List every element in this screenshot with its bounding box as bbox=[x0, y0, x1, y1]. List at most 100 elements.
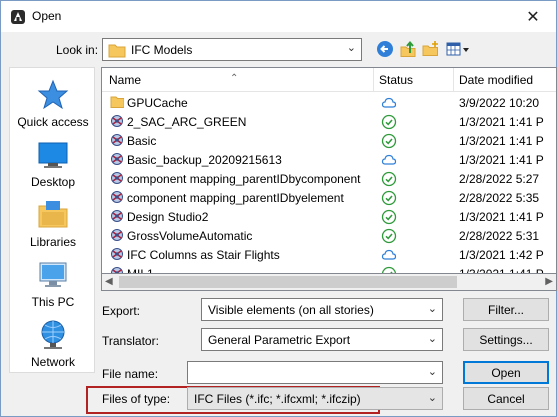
place-label: Desktop bbox=[30, 175, 76, 189]
back-button[interactable] bbox=[375, 39, 395, 59]
column-header-status[interactable]: Status bbox=[379, 73, 413, 87]
file-row[interactable]: MIL1 1/3/2021 1:41 P bbox=[102, 264, 556, 273]
file-date: 3/9/2022 10:20 bbox=[459, 96, 540, 110]
ifc-file-icon bbox=[111, 172, 123, 184]
file-row[interactable]: IFC Columns as Stair Flights 1/3/2021 1:4… bbox=[102, 245, 556, 264]
ifc-file-icon bbox=[111, 134, 123, 146]
settings-button[interactable]: Settings... bbox=[463, 328, 549, 351]
files-of-type-label: Files of type: bbox=[102, 392, 171, 406]
column-header-date[interactable]: Date modified bbox=[459, 73, 533, 87]
view-menu-icon bbox=[446, 42, 469, 56]
desktop-icon bbox=[38, 142, 68, 168]
sort-arrow-icon: ⌃ bbox=[230, 73, 239, 84]
scroll-right-icon[interactable]: ▶ bbox=[545, 276, 553, 287]
file-row[interactable]: Basic 1/3/2021 1:41 P bbox=[102, 131, 556, 150]
file-name: Basic bbox=[127, 134, 157, 148]
scroll-left-icon[interactable]: ◀ bbox=[105, 276, 113, 287]
column-divider[interactable] bbox=[453, 68, 454, 92]
app-icon bbox=[11, 10, 25, 24]
horizontal-scrollbar[interactable]: ◀ ▶ bbox=[101, 274, 557, 291]
new-folder-icon bbox=[422, 41, 438, 56]
file-row[interactable]: component mapping_parentIDbycomponent 2/2… bbox=[102, 169, 556, 188]
file-name: component mapping_parentIDbyelement bbox=[127, 191, 344, 205]
export-dropdown[interactable]: Visible elements (on all stories) ⌄ bbox=[201, 298, 443, 321]
open-button[interactable]: Open bbox=[463, 361, 549, 384]
file-row[interactable]: GrossVolumeAutomatic 2/28/2022 5:31 bbox=[102, 226, 556, 245]
ifc-file-icon bbox=[111, 191, 123, 203]
place-desktop[interactable]: Desktop bbox=[10, 138, 96, 189]
cloud-status-icon bbox=[381, 154, 397, 165]
up-one-level-button[interactable] bbox=[398, 39, 418, 59]
file-list-header: ⌃ Name Status Date modified bbox=[102, 68, 556, 92]
file-row[interactable]: Basic_backup_20209215613 1/3/2021 1:41 P bbox=[102, 150, 556, 169]
quick-access-star-icon bbox=[37, 79, 69, 110]
column-header-name[interactable]: Name bbox=[109, 73, 141, 87]
file-row[interactable]: component mapping_parentIDbyelement 2/28/… bbox=[102, 188, 556, 207]
synced-check-icon bbox=[381, 114, 397, 130]
lookin-value: IFC Models bbox=[131, 43, 193, 57]
place-this-pc[interactable]: This PC bbox=[10, 258, 96, 309]
scrollbar-thumb[interactable] bbox=[119, 276, 457, 288]
filename-label: File name: bbox=[102, 367, 159, 381]
filter-button[interactable]: Filter... bbox=[463, 298, 549, 321]
ifc-file-icon bbox=[111, 153, 123, 165]
cancel-button-label: Cancel bbox=[487, 391, 525, 406]
ifc-file-icon bbox=[111, 229, 123, 241]
file-date: 1/3/2021 1:41 P bbox=[459, 210, 544, 224]
this-pc-icon bbox=[39, 262, 67, 287]
file-name: component mapping_parentIDbycomponent bbox=[127, 172, 361, 186]
translator-dropdown[interactable]: General Parametric Export ⌄ bbox=[201, 328, 443, 351]
folder-icon bbox=[110, 96, 124, 108]
file-row[interactable]: 2_SAC_ARC_GREEN 1/3/2021 1:41 P bbox=[102, 112, 556, 131]
chevron-down-icon: ⌄ bbox=[427, 366, 437, 378]
cancel-button[interactable]: Cancel bbox=[463, 387, 549, 410]
close-button[interactable]: ✕ bbox=[510, 1, 556, 32]
file-row[interactable]: Design Studio2 1/3/2021 1:41 P bbox=[102, 207, 556, 226]
place-network[interactable]: Network bbox=[10, 318, 96, 369]
settings-button-label: Settings... bbox=[479, 332, 533, 347]
up-folder-icon bbox=[400, 40, 416, 57]
file-date: 2/28/2022 5:27 bbox=[459, 172, 540, 186]
ifc-file-icon bbox=[111, 210, 123, 222]
chevron-down-icon: ⌄ bbox=[427, 303, 437, 315]
place-label: Network bbox=[30, 355, 75, 369]
files-of-type-dropdown[interactable]: IFC Files (*.ifc; *.ifcxml; *.ifczip) ⌄ bbox=[187, 387, 443, 410]
file-date: 2/28/2022 5:31 bbox=[459, 229, 540, 243]
place-quick-access[interactable]: Quick access bbox=[10, 78, 96, 129]
file-name: GrossVolumeAutomatic bbox=[127, 229, 253, 243]
synced-check-icon bbox=[381, 228, 397, 244]
back-arrow-icon bbox=[377, 41, 393, 57]
file-name: GPUCache bbox=[127, 96, 188, 110]
open-button-label: Open bbox=[491, 365, 521, 380]
column-divider[interactable] bbox=[373, 68, 374, 92]
cloud-status-icon bbox=[381, 97, 397, 108]
chevron-down-icon: ⌄ bbox=[427, 333, 437, 345]
synced-check-icon bbox=[381, 190, 397, 206]
places-bar: Quick access Desktop Libraries This PC N… bbox=[9, 67, 95, 373]
file-list[interactable]: ⌃ Name Status Date modified GPUCache 3/9/… bbox=[101, 67, 557, 274]
chevron-down-icon: ⌄ bbox=[346, 42, 356, 54]
new-folder-button[interactable] bbox=[421, 39, 441, 59]
file-date: 1/3/2021 1:41 P bbox=[459, 153, 544, 167]
file-date: 1/3/2021 1:41 P bbox=[459, 115, 544, 129]
synced-check-icon bbox=[381, 266, 397, 273]
place-label: Quick access bbox=[17, 115, 89, 129]
ifc-file-icon bbox=[111, 248, 123, 260]
view-menu-button[interactable] bbox=[445, 39, 473, 59]
file-name: Design Studio2 bbox=[127, 210, 209, 224]
lookin-label: Look in: bbox=[56, 43, 99, 57]
open-dialog: Open ✕ Look in: IFC Models ⌄ Quick acces… bbox=[0, 0, 557, 417]
filename-input[interactable]: ⌄ bbox=[187, 361, 443, 384]
place-label: This PC bbox=[31, 295, 75, 309]
files-of-type-value: IFC Files (*.ifc; *.ifcxml; *.ifczip) bbox=[194, 392, 361, 406]
file-name: Basic_backup_20209215613 bbox=[127, 153, 282, 167]
lookin-dropdown[interactable]: IFC Models ⌄ bbox=[102, 38, 362, 61]
translator-value: General Parametric Export bbox=[208, 333, 351, 347]
file-name: 2_SAC_ARC_GREEN bbox=[127, 115, 247, 129]
export-value: Visible elements (on all stories) bbox=[208, 303, 374, 317]
file-date: 1/3/2021 1:41 P bbox=[459, 134, 544, 148]
translator-label: Translator: bbox=[102, 334, 159, 348]
place-libraries[interactable]: Libraries bbox=[10, 198, 96, 249]
file-row[interactable]: GPUCache 3/9/2022 10:20 bbox=[102, 93, 556, 112]
synced-check-icon bbox=[381, 171, 397, 187]
